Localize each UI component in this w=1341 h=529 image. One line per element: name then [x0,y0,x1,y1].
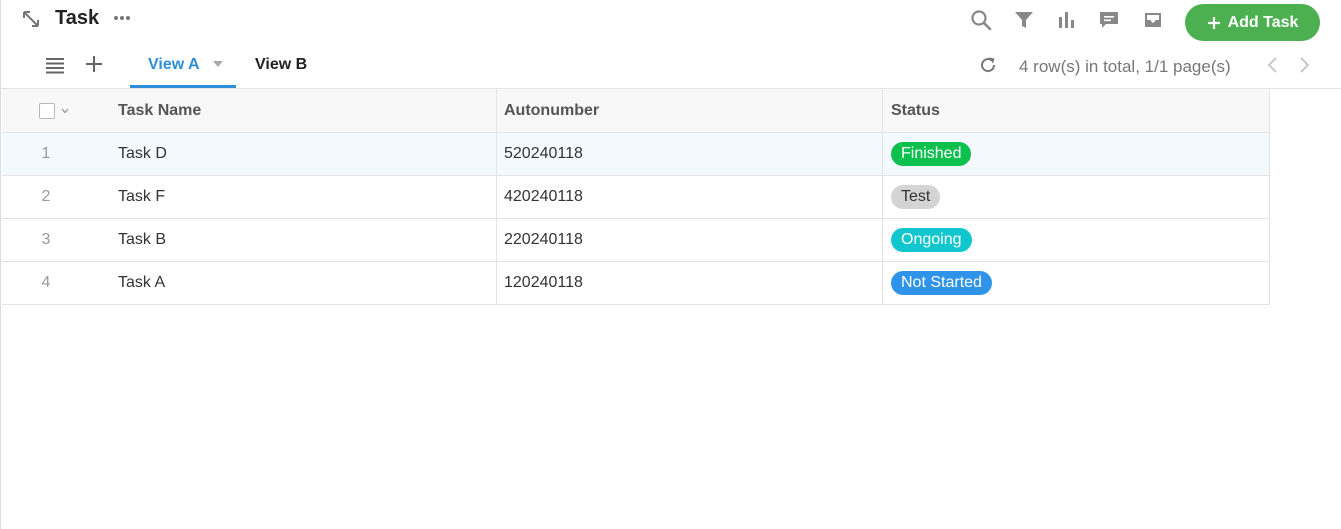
table-row[interactable]: 4 Task A 120240118 Not Started [2,262,1269,305]
row-index: 1 [41,145,51,162]
add-task-button[interactable]: Add Task [1185,4,1320,41]
tab-view-a-label: View A [148,56,200,73]
table-row[interactable]: 3 Task B 220240118 Ongoing [2,219,1269,262]
page-title: Task [55,7,100,29]
table-row[interactable]: 1 Task D 520240118 Finished [2,133,1269,176]
search-icon[interactable] [970,9,992,31]
status-badge: Not Started [891,271,992,295]
view-toolbar: View A View B 4 row(s) in total, 1/1 pag… [1,44,1341,89]
expand-icon[interactable] [21,9,41,29]
chevron-right-icon[interactable] [1297,56,1311,74]
app-window: Task Add Task View A View B 4 row(s) in … [0,0,1341,529]
status-badge: Finished [891,142,972,166]
tab-view-a[interactable]: View A [130,44,236,88]
chart-icon[interactable] [1056,9,1078,31]
task-table: Task Name Autonumber Status 1 Task D 520… [2,89,1270,305]
column-header-status[interactable]: Status [883,89,1268,132]
task-name-cell[interactable]: Task D [108,133,497,175]
plus-icon [1207,16,1220,29]
column-header-task-name[interactable]: Task Name [108,89,497,132]
add-view-icon[interactable] [85,55,103,73]
select-all-checkbox[interactable] [39,102,55,119]
status-badge: Test [891,185,941,209]
autonumber-cell[interactable]: 420240118 [497,176,883,218]
status-badge: Ongoing [891,228,972,252]
autonumber-cell[interactable]: 120240118 [497,262,883,304]
add-task-label: Add Task [1227,13,1299,31]
more-icon[interactable] [112,8,132,28]
row-count-info: 4 row(s) in total, 1/1 page(s) [1019,57,1231,76]
row-index: 4 [41,274,51,291]
filter-icon[interactable] [1013,9,1035,31]
autonumber-cell[interactable]: 520240118 [497,133,883,175]
list-icon[interactable] [45,56,65,74]
chevron-left-icon[interactable] [1266,56,1280,74]
table-row[interactable]: 2 Task F 420240118 Test [2,176,1269,219]
header: Task Add Task [1,0,1341,44]
row-index: 2 [41,188,51,205]
row-index: 3 [41,231,51,248]
status-cell[interactable]: Test [883,176,1268,218]
status-cell[interactable]: Finished [883,133,1268,175]
column-header-autonumber[interactable]: Autonumber [497,89,883,132]
autonumber-cell[interactable]: 220240118 [497,219,883,261]
refresh-icon[interactable] [978,55,998,75]
task-name-cell[interactable]: Task A [108,262,497,304]
status-cell[interactable]: Not Started [883,262,1268,304]
task-name-cell[interactable]: Task B [108,219,497,261]
chevron-down-icon[interactable] [61,108,69,114]
select-all-cell [2,89,108,132]
caret-down-icon[interactable] [212,60,224,68]
table-header-row: Task Name Autonumber Status [2,89,1269,133]
task-name-cell[interactable]: Task F [108,176,497,218]
inbox-icon[interactable] [1142,9,1164,31]
comment-icon[interactable] [1098,9,1120,31]
status-cell[interactable]: Ongoing [883,219,1268,261]
tab-view-b[interactable]: View B [255,56,307,74]
